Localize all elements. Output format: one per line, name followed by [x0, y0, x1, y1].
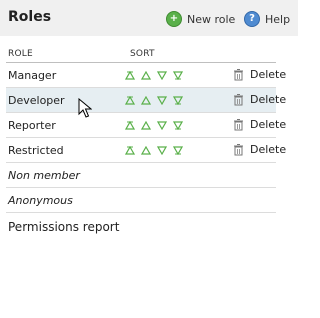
- move-down-icon[interactable]: [157, 96, 167, 105]
- role-name[interactable]: Non member: [8, 169, 80, 182]
- sort-controls: [125, 71, 183, 80]
- move-down-icon[interactable]: [157, 146, 167, 155]
- trash-icon: [234, 143, 243, 155]
- delete-button[interactable]: Delete: [233, 143, 286, 156]
- permissions-report-link[interactable]: Permissions report: [8, 220, 119, 234]
- delete-label: Delete: [250, 143, 287, 156]
- role-name[interactable]: Restricted: [8, 144, 64, 157]
- move-to-top-icon[interactable]: [125, 96, 135, 105]
- page-header: Roles + New role ? Help: [0, 0, 298, 36]
- help-button[interactable]: ? Help: [244, 11, 290, 27]
- move-down-icon[interactable]: [157, 121, 167, 130]
- move-to-top-icon[interactable]: [125, 71, 135, 80]
- move-up-icon[interactable]: [141, 71, 151, 80]
- plus-circle-icon: +: [166, 11, 182, 27]
- sort-controls: [125, 146, 183, 155]
- trash-icon: [234, 118, 243, 130]
- table-row: Developer Delete: [6, 88, 286, 113]
- help-icon: ?: [244, 11, 260, 27]
- move-down-icon[interactable]: [157, 71, 167, 80]
- help-label: Help: [265, 12, 291, 26]
- role-name[interactable]: Manager: [8, 69, 56, 82]
- move-up-icon[interactable]: [141, 146, 151, 155]
- role-name[interactable]: Reporter: [8, 119, 56, 132]
- delete-label: Delete: [250, 93, 287, 106]
- move-to-bottom-icon[interactable]: [173, 121, 183, 130]
- delete-label: Delete: [250, 118, 287, 131]
- table-row: Reporter Delete: [6, 113, 286, 138]
- table-row: Restricted Delete: [6, 138, 286, 163]
- role-name[interactable]: Anonymous: [8, 194, 73, 207]
- role-name[interactable]: Developer: [8, 94, 65, 107]
- move-to-top-icon[interactable]: [125, 121, 135, 130]
- table-row: Anonymous: [6, 188, 276, 213]
- column-header-role: ROLE: [8, 49, 33, 59]
- sort-controls: [125, 121, 183, 130]
- page-title: Roles: [8, 9, 52, 25]
- trash-icon: [234, 93, 243, 105]
- delete-button[interactable]: Delete: [233, 118, 286, 131]
- delete-button[interactable]: Delete: [233, 93, 286, 106]
- move-to-bottom-icon[interactable]: [173, 71, 183, 80]
- table-row: Manager Delete: [6, 63, 286, 88]
- move-to-top-icon[interactable]: [125, 146, 135, 155]
- table-row: Non member: [6, 163, 276, 188]
- new-role-label: New role: [187, 12, 236, 26]
- mouse-pointer-icon: [78, 98, 92, 118]
- move-up-icon[interactable]: [141, 121, 151, 130]
- sort-controls: [125, 96, 183, 105]
- move-up-icon[interactable]: [141, 96, 151, 105]
- move-to-bottom-icon[interactable]: [173, 96, 183, 105]
- column-header-sort: SORT: [130, 49, 155, 59]
- delete-label: Delete: [250, 68, 287, 81]
- move-to-bottom-icon[interactable]: [173, 146, 183, 155]
- delete-button[interactable]: Delete: [233, 68, 286, 81]
- trash-icon: [234, 68, 243, 80]
- new-role-button[interactable]: + New role: [166, 11, 235, 27]
